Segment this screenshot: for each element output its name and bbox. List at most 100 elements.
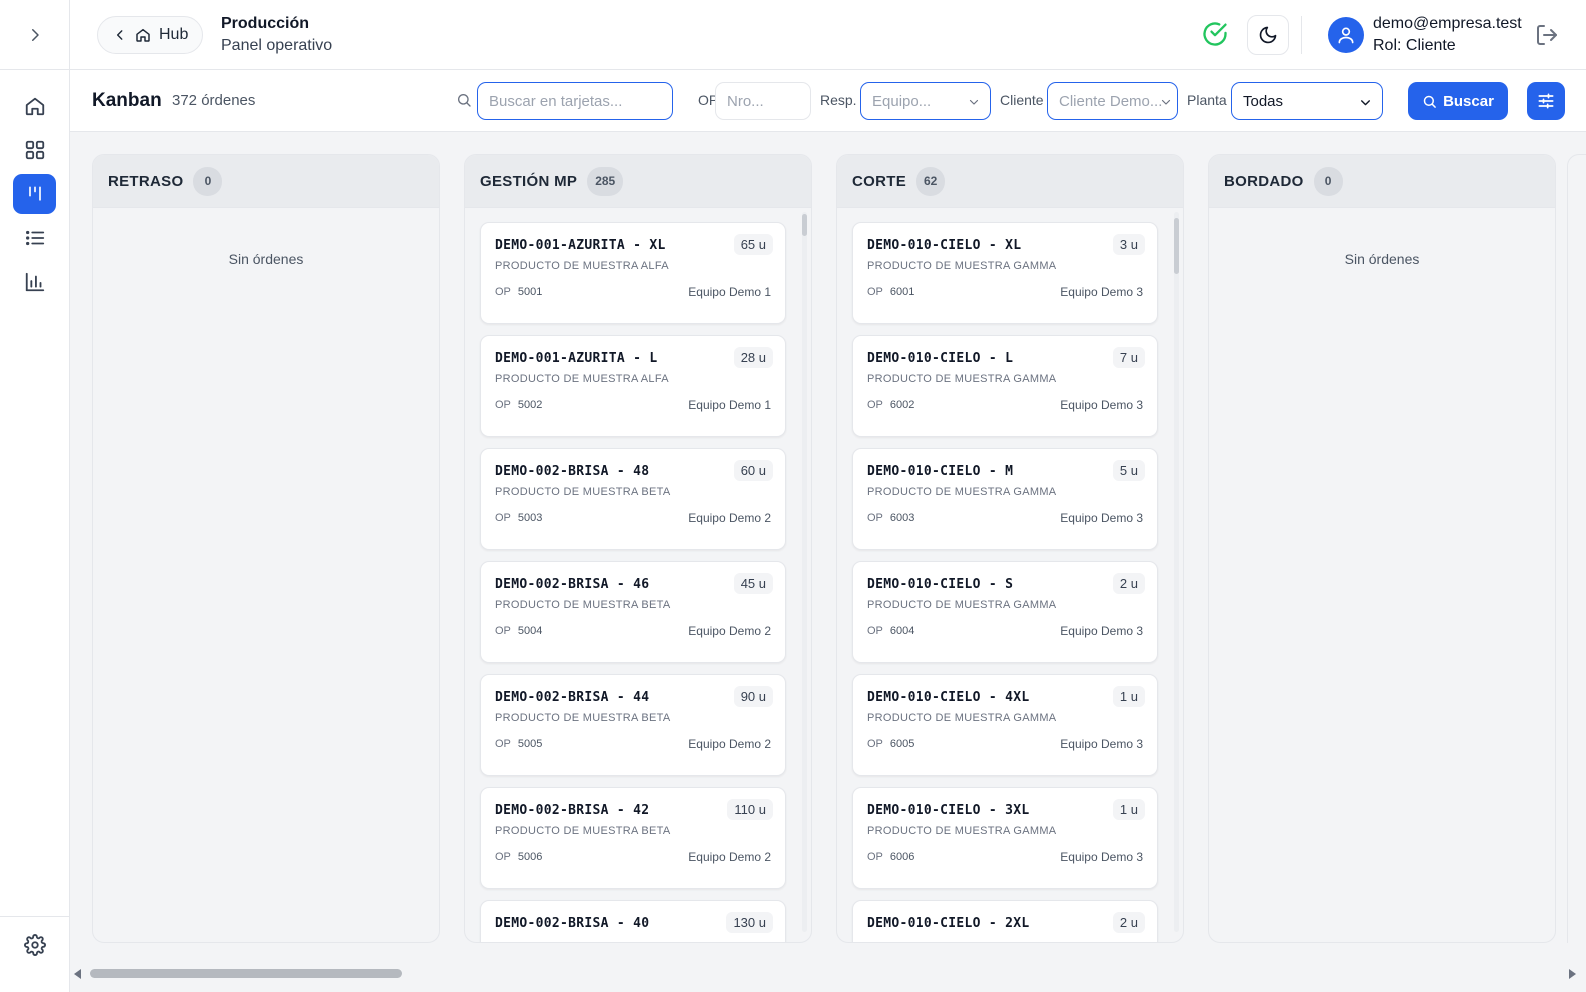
op-placeholder: Nro... bbox=[727, 92, 764, 110]
sidebar-item-reports[interactable] bbox=[13, 262, 56, 302]
column-empty-text: Sin órdenes bbox=[228, 251, 304, 267]
settings-button[interactable] bbox=[13, 925, 56, 965]
logout-button[interactable] bbox=[1535, 23, 1559, 52]
search-button-label: Buscar bbox=[1443, 92, 1494, 110]
page-title: Producción bbox=[221, 15, 310, 32]
header-divider bbox=[1301, 16, 1302, 54]
kanban-column-gestion-mp: GESTIÓN MP 285 DEMO-001-AZURITA - XL 65 … bbox=[464, 154, 812, 943]
kanban-column-retraso: RETRASO 0 Sin órdenes bbox=[92, 154, 440, 943]
scroll-left-icon[interactable] bbox=[74, 969, 82, 979]
card-team: Equipo Demo 3 bbox=[1060, 850, 1143, 864]
card-quantity: 28 u bbox=[733, 347, 773, 368]
sliders-icon bbox=[1538, 93, 1554, 109]
order-card[interactable]: DEMO-010-CIELO - M 5 u PRODUCTO DE MUEST… bbox=[852, 448, 1158, 550]
card-list: DEMO-001-AZURITA - XL 65 u PRODUCTO DE M… bbox=[480, 222, 786, 942]
page-subtitle: Panel operativo bbox=[221, 37, 333, 54]
sidebar-item-home[interactable] bbox=[13, 86, 56, 126]
cliente-placeholder: Cliente Demo... bbox=[1059, 92, 1163, 110]
order-card[interactable]: DEMO-010-CIELO - 4XL 1 u PRODUCTO DE MUE… bbox=[852, 674, 1158, 776]
order-card[interactable]: DEMO-001-AZURITA - L 28 u PRODUCTO DE MU… bbox=[480, 335, 786, 437]
card-op-label: OP bbox=[867, 286, 883, 298]
order-card[interactable]: DEMO-002-BRISA - 42 110 u PRODUCTO DE MU… bbox=[480, 787, 786, 889]
chevron-down-icon bbox=[1361, 100, 1370, 106]
top-header: Hub Producción Panel operativo demo@empr… bbox=[70, 0, 1586, 70]
hub-back-button[interactable]: Hub bbox=[97, 16, 203, 54]
planta-label: Planta bbox=[1187, 92, 1227, 108]
column-empty-text: Sin órdenes bbox=[1344, 251, 1420, 267]
card-quantity: 130 u bbox=[726, 912, 773, 933]
board-scrollbar-thumb[interactable] bbox=[90, 969, 402, 978]
search-button[interactable]: Buscar bbox=[1408, 82, 1508, 120]
card-code: DEMO-010-CIELO - 2XL bbox=[867, 916, 1030, 931]
resp-placeholder: Equipo... bbox=[872, 92, 932, 110]
scroll-right-icon[interactable] bbox=[1568, 969, 1576, 979]
column-scrollbar[interactable] bbox=[802, 212, 807, 932]
card-op: OP 5005 bbox=[495, 738, 542, 750]
sidebar-toggle-button[interactable] bbox=[0, 0, 70, 70]
card-list: DEMO-010-CIELO - XL 3 u PRODUCTO DE MUES… bbox=[852, 222, 1158, 942]
column-header: RETRASO 0 bbox=[93, 155, 439, 208]
home-icon bbox=[136, 28, 150, 42]
column-title: GESTIÓN MP bbox=[480, 172, 578, 190]
card-product: PRODUCTO DE MUESTRA BETA bbox=[495, 825, 671, 837]
hub-label: Hub bbox=[159, 26, 189, 43]
column-title: RETRASO bbox=[108, 172, 184, 190]
op-input[interactable]: Nro... bbox=[715, 82, 811, 120]
order-card[interactable]: DEMO-002-BRISA - 48 60 u PRODUCTO DE MUE… bbox=[480, 448, 786, 550]
order-card[interactable]: DEMO-010-CIELO - S 2 u PRODUCTO DE MUEST… bbox=[852, 561, 1158, 663]
order-card[interactable]: DEMO-002-BRISA - 40 130 u bbox=[480, 900, 786, 942]
moon-icon bbox=[1259, 26, 1277, 44]
order-card[interactable]: DEMO-010-CIELO - XL 3 u PRODUCTO DE MUES… bbox=[852, 222, 1158, 324]
planta-select[interactable]: Todas bbox=[1231, 82, 1383, 120]
sidebar-item-dashboard[interactable] bbox=[13, 130, 56, 170]
card-op-number: 5006 bbox=[517, 851, 543, 863]
card-product: PRODUCTO DE MUESTRA ALFA bbox=[495, 373, 669, 385]
card-code: DEMO-010-CIELO - 4XL bbox=[867, 690, 1030, 705]
card-op-number: 5003 bbox=[517, 512, 543, 524]
card-team: Equipo Demo 3 bbox=[1060, 737, 1143, 751]
card-op-label: OP bbox=[867, 512, 883, 524]
sidebar-item-kanban[interactable] bbox=[13, 174, 56, 214]
card-op: OP 5006 bbox=[495, 851, 542, 863]
card-code: DEMO-010-CIELO - 3XL bbox=[867, 803, 1030, 818]
search-input[interactable]: Buscar en tarjetas... bbox=[477, 82, 673, 120]
column-scrollbar-thumb[interactable] bbox=[802, 214, 807, 236]
resp-select[interactable]: Equipo... bbox=[860, 82, 991, 120]
order-card[interactable]: DEMO-002-BRISA - 46 45 u PRODUCTO DE MUE… bbox=[480, 561, 786, 663]
column-scrollbar[interactable] bbox=[1174, 212, 1179, 932]
column-count-badge: 0 bbox=[193, 166, 223, 196]
card-team: Equipo Demo 3 bbox=[1060, 398, 1143, 412]
orders-count: 372 órdenes bbox=[172, 92, 256, 109]
filters-button[interactable] bbox=[1527, 82, 1565, 120]
order-card[interactable]: DEMO-001-AZURITA - XL 65 u PRODUCTO DE M… bbox=[480, 222, 786, 324]
avatar[interactable] bbox=[1328, 17, 1364, 53]
theme-toggle-button[interactable] bbox=[1247, 15, 1289, 55]
card-quantity: 1 u bbox=[1112, 799, 1145, 820]
card-quantity: 110 u bbox=[727, 799, 773, 820]
card-op-label: OP bbox=[495, 625, 511, 637]
kanban-column-corte: CORTE 62 DEMO-010-CIELO - XL 3 u PRODUCT… bbox=[836, 154, 1184, 943]
next-column-edge bbox=[1567, 154, 1586, 943]
card-team: Equipo Demo 1 bbox=[688, 398, 771, 412]
card-quantity: 7 u bbox=[1112, 347, 1145, 368]
column-scrollbar-thumb[interactable] bbox=[1174, 218, 1179, 274]
card-op: OP 6005 bbox=[867, 738, 914, 750]
kanban-toolbar: Kanban 372 órdenes Buscar en tarjetas...… bbox=[70, 70, 1586, 132]
order-card[interactable]: DEMO-002-BRISA - 44 90 u PRODUCTO DE MUE… bbox=[480, 674, 786, 776]
kanban-icon bbox=[28, 186, 41, 201]
board-horizontal-scrollbar[interactable] bbox=[70, 966, 1586, 984]
card-product: PRODUCTO DE MUESTRA BETA bbox=[495, 712, 671, 724]
card-op: OP 6003 bbox=[867, 512, 914, 524]
card-team: Equipo Demo 3 bbox=[1060, 624, 1143, 638]
card-product: PRODUCTO DE MUESTRA GAMMA bbox=[867, 486, 1057, 498]
user-icon bbox=[1338, 27, 1354, 44]
cliente-select[interactable]: Cliente Demo... bbox=[1047, 82, 1178, 120]
bar-chart-icon bbox=[25, 272, 44, 292]
user-email: demo@empresa.test bbox=[1373, 15, 1522, 32]
order-card[interactable]: DEMO-010-CIELO - 2XL 2 u bbox=[852, 900, 1158, 942]
order-card[interactable]: DEMO-010-CIELO - 3XL 1 u PRODUCTO DE MUE… bbox=[852, 787, 1158, 889]
chevron-down-icon bbox=[969, 99, 979, 105]
card-op-number: 5005 bbox=[517, 738, 543, 750]
order-card[interactable]: DEMO-010-CIELO - L 7 u PRODUCTO DE MUEST… bbox=[852, 335, 1158, 437]
sidebar-item-list[interactable] bbox=[13, 218, 56, 258]
